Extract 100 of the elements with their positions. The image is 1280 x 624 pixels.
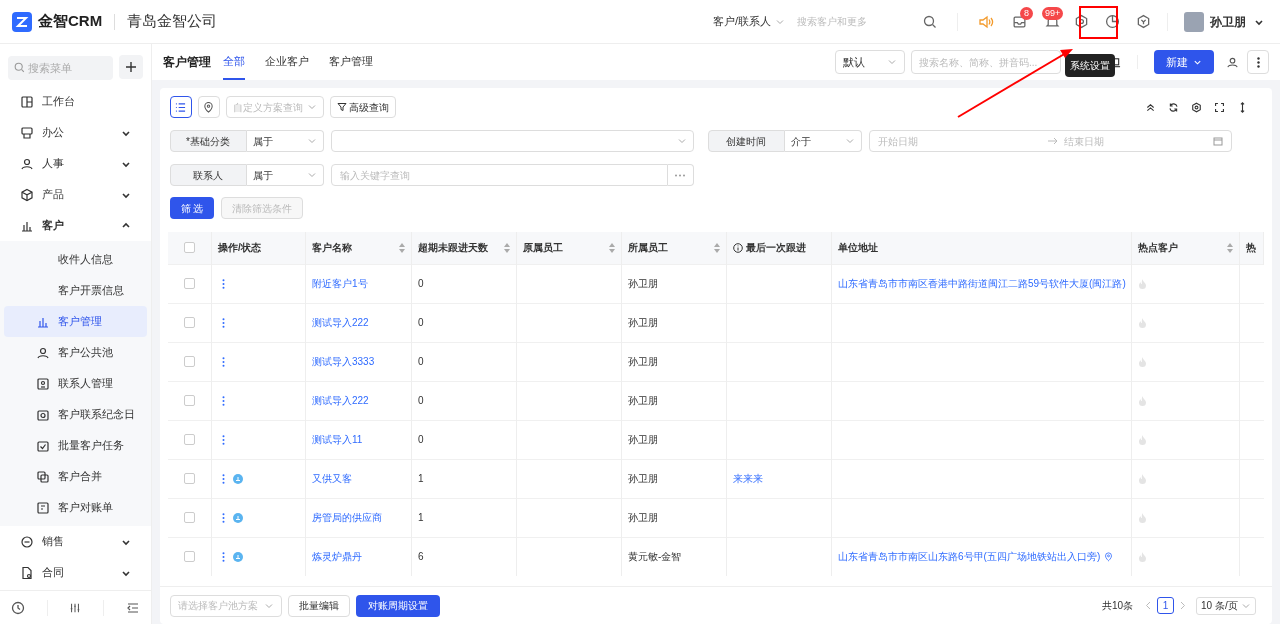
flame-icon[interactable]: [1138, 356, 1147, 367]
row-actions-icon[interactable]: [222, 395, 225, 406]
tab[interactable]: 企业客户: [264, 44, 309, 80]
history-icon[interactable]: [10, 600, 25, 615]
menu-search-field[interactable]: 搜索菜单: [8, 56, 113, 80]
filter-button[interactable]: 筛 选: [169, 197, 215, 219]
flame-icon[interactable]: [1138, 317, 1147, 328]
double-chevron-up-icon[interactable]: [1145, 101, 1156, 113]
sort-icon[interactable]: [1227, 242, 1233, 253]
sidebar-subitem[interactable]: 客户公共池: [4, 337, 147, 368]
advanced-search-button[interactable]: 高级查询: [329, 96, 396, 118]
tab[interactable]: 全部: [222, 44, 245, 80]
flame-icon[interactable]: [1138, 434, 1147, 445]
more-button[interactable]: [1247, 50, 1269, 74]
category-dropdown[interactable]: [330, 130, 694, 152]
flame-icon[interactable]: [1138, 512, 1147, 523]
customer-name-link[interactable]: 附近客户1号: [312, 278, 368, 289]
sort-icon[interactable]: [399, 242, 405, 253]
more-options-button[interactable]: [667, 164, 694, 186]
customer-name-link[interactable]: 测试导入222: [312, 317, 369, 328]
sidebar-item[interactable]: 客户: [0, 210, 151, 241]
location-pin-icon[interactable]: [1104, 551, 1114, 562]
next-page-icon[interactable]: [1180, 601, 1186, 610]
pie-chart-icon[interactable]: [1105, 14, 1120, 29]
keyword-field[interactable]: 输入关键字查询: [330, 164, 668, 186]
sort-icon[interactable]: [504, 242, 510, 253]
row-checkbox[interactable]: [183, 317, 195, 328]
sort-icon[interactable]: [609, 242, 615, 253]
customer-name-link[interactable]: 炼灵炉鼎丹: [312, 551, 362, 563]
operator-dropdown[interactable]: 属于: [246, 164, 324, 186]
sidebar-item[interactable]: 工作台: [0, 86, 151, 117]
flame-icon[interactable]: [1138, 473, 1147, 484]
column-header: 单位地址: [838, 241, 878, 256]
sidebar-subitem[interactable]: 联系人管理: [4, 368, 147, 399]
sidebar-item[interactable]: 合同: [0, 557, 151, 588]
sidebar-item[interactable]: 人事: [0, 148, 151, 179]
follow-up-link[interactable]: 来来来: [733, 473, 763, 484]
row-checkbox[interactable]: [183, 512, 195, 523]
operator-dropdown[interactable]: 属于: [246, 130, 324, 152]
row-actions-icon[interactable]: [222, 356, 225, 367]
customer-name-link[interactable]: 测试导入222: [312, 395, 369, 406]
operator-dropdown[interactable]: 介于: [784, 130, 862, 152]
sidebar-item[interactable]: 办公: [0, 117, 151, 148]
user-name[interactable]: 孙卫朋: [1210, 12, 1246, 31]
row-actions-icon[interactable]: [222, 278, 225, 289]
sidebar-subitem[interactable]: 客户对账单: [4, 492, 147, 523]
list-view-button[interactable]: [169, 96, 192, 118]
user-avatar[interactable]: [1184, 11, 1204, 32]
new-button[interactable]: 新建: [1154, 50, 1214, 74]
customer-name-link[interactable]: 测试导入3333: [312, 356, 375, 367]
row-checkbox[interactable]: [183, 278, 195, 289]
flame-icon[interactable]: [1138, 551, 1147, 562]
speaker-icon[interactable]: [978, 13, 994, 30]
person-icon[interactable]: [1226, 55, 1239, 69]
refresh-icon[interactable]: [1168, 101, 1179, 113]
row-actions-icon[interactable]: [222, 512, 225, 523]
cycle-settings-button[interactable]: 对账周期设置: [355, 594, 440, 617]
flame-icon[interactable]: [1138, 278, 1147, 289]
customer-name-link[interactable]: 房管局的供应商: [312, 512, 382, 523]
fullscreen-icon[interactable]: [1214, 101, 1225, 113]
row-checkbox[interactable]: [183, 551, 195, 563]
map-view-button[interactable]: [197, 96, 220, 118]
row-actions-icon[interactable]: [222, 551, 225, 562]
row-checkbox[interactable]: [183, 356, 195, 367]
collapse-menu-icon[interactable]: [125, 600, 140, 615]
previous-page-icon[interactable]: [1145, 601, 1151, 610]
sort-icon[interactable]: [714, 242, 720, 253]
row-checkbox[interactable]: [183, 395, 195, 406]
sidebar-subitem[interactable]: 客户管理: [4, 306, 147, 337]
tab[interactable]: 客户管理: [328, 44, 373, 80]
search-scope-dropdown[interactable]: 客户/联系人: [712, 13, 785, 30]
customer-name-link[interactable]: 又供又客: [312, 473, 352, 484]
sidebar-subitem[interactable]: 批量客户任务: [4, 430, 147, 461]
bulk-edit-button[interactable]: 批量编辑: [287, 594, 350, 617]
row-actions-icon[interactable]: [222, 434, 225, 445]
view-dropdown[interactable]: 默认: [835, 50, 905, 74]
row-actions-icon[interactable]: [222, 473, 225, 484]
sidebar-item[interactable]: 产品: [0, 179, 151, 210]
settings-icon[interactable]: [1191, 101, 1202, 113]
flame-icon[interactable]: [1138, 395, 1147, 406]
sidebar-subitem[interactable]: 客户联系纪念日: [4, 399, 147, 430]
global-search-field[interactable]: 搜索客户和更多: [797, 14, 917, 29]
cube-icon[interactable]: [1136, 14, 1151, 29]
inbox-icon[interactable]: [1012, 14, 1027, 29]
settings-icon[interactable]: [1074, 14, 1089, 29]
row-checkbox[interactable]: [183, 473, 195, 484]
search-icon[interactable]: [923, 14, 937, 29]
add-button[interactable]: [118, 55, 143, 79]
page-size-dropdown[interactable]: 10 条/页: [1196, 596, 1256, 615]
sidebar-item[interactable]: 销售: [0, 526, 151, 557]
sidebar-subitem[interactable]: 客户合并: [4, 461, 147, 492]
table-cell: 孙卫朋: [628, 278, 658, 289]
select-all-checkbox[interactable]: [183, 242, 195, 254]
sidebar-subitem[interactable]: 收件人信息: [4, 244, 147, 275]
sidebar-subitem[interactable]: 客户开票信息: [4, 275, 147, 306]
customer-name-link[interactable]: 测试导入11: [312, 434, 363, 445]
page-button[interactable]: 1: [1157, 597, 1174, 614]
row-checkbox[interactable]: [183, 434, 195, 445]
sliders-icon[interactable]: [69, 601, 82, 614]
row-actions-icon[interactable]: [222, 317, 225, 328]
